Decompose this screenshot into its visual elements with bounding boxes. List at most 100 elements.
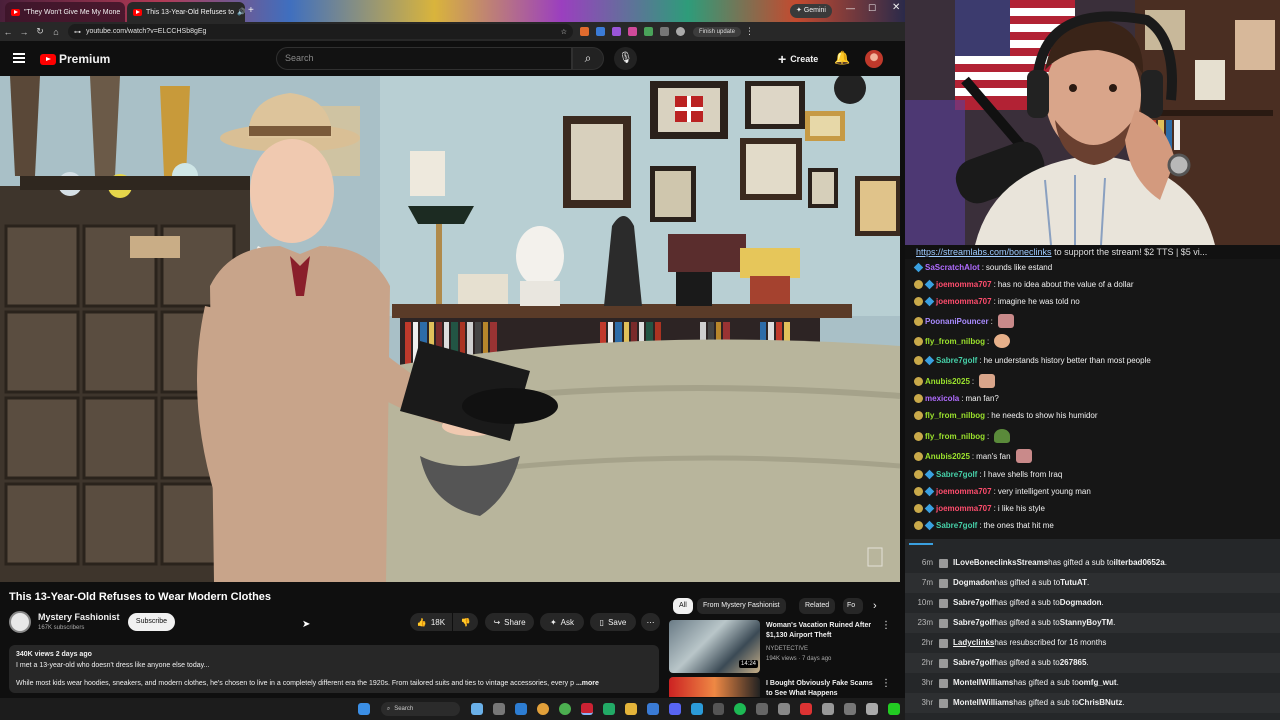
app-icon[interactable] <box>756 703 769 715</box>
chat-username[interactable]: joemomma707 <box>936 504 992 513</box>
discord-icon[interactable] <box>668 703 681 715</box>
maximize-icon[interactable]: ☐ <box>868 3 876 14</box>
microphone-icon[interactable]: 🎙 <box>614 47 637 70</box>
site-info-icon[interactable]: ⊶ <box>74 28 81 36</box>
chat-username[interactable]: Sabre7golf <box>936 521 977 530</box>
app-icon[interactable] <box>712 703 725 715</box>
extension-icon[interactable] <box>644 27 653 36</box>
chat-username[interactable]: Sabre7golf <box>936 356 977 365</box>
audio-playing-icon[interactable]: 🔊 <box>237 8 245 16</box>
tab-title: This 13-Year-Old Refuses to <box>146 8 235 16</box>
chat-username[interactable]: fly_from_nilbog <box>925 411 985 420</box>
start-icon[interactable] <box>357 703 370 715</box>
address-bar[interactable]: ⊶ youtube.com/watch?v=ELCCHSb8gEg ☆ <box>68 24 573 39</box>
browser-tab[interactable]: "They Won't Give Me My Mone × <box>5 2 125 22</box>
chat-username[interactable]: Sabre7golf <box>936 470 977 479</box>
app-icon[interactable] <box>800 703 813 715</box>
chat-message: Sabre7golf: he understands history bette… <box>914 355 1151 366</box>
recommended-title[interactable]: I Bought Obviously Fake Scams to See Wha… <box>766 679 881 699</box>
app-icon[interactable] <box>581 703 593 715</box>
extension-icon[interactable] <box>628 27 637 36</box>
bookmark-star-icon[interactable]: ☆ <box>561 28 567 36</box>
video-player[interactable] <box>0 76 900 582</box>
chip-all[interactable]: All <box>673 598 693 614</box>
app-icon[interactable] <box>778 703 791 715</box>
extension-icon[interactable] <box>612 27 621 36</box>
more-options-icon[interactable]: ⋮ <box>881 678 891 689</box>
chat-username[interactable]: Anubis2025 <box>925 452 970 461</box>
webcam-feed <box>905 0 1280 245</box>
finish-update-button[interactable]: Finish update <box>693 26 742 37</box>
chat-username[interactable]: joemomma707 <box>936 297 992 306</box>
chrome-icon[interactable] <box>537 703 550 715</box>
chat-username[interactable]: Anubis2025 <box>925 377 970 386</box>
recommended-thumbnail[interactable] <box>669 677 760 697</box>
app-icon[interactable] <box>493 703 506 715</box>
folder-icon[interactable] <box>624 703 637 715</box>
chat-username[interactable]: fly_from_nilbog <box>925 337 985 346</box>
browser-menu-icon[interactable]: ⋮ <box>745 26 754 37</box>
new-tab-icon[interactable]: + <box>248 5 254 16</box>
browser-tab-active[interactable]: This 13-Year-Old Refuses to 🔊 × <box>127 2 245 22</box>
back-icon[interactable]: ← <box>0 27 16 37</box>
channel-avatar[interactable] <box>9 611 31 633</box>
close-tab-icon[interactable]: × <box>120 7 125 17</box>
search-input[interactable]: Search <box>276 47 572 70</box>
video-description[interactable]: 340K views 2 days ago I met a 13-year-ol… <box>9 645 659 693</box>
close-window-icon[interactable]: ✕ <box>892 2 900 13</box>
search-icon[interactable]: ⌕ <box>572 47 604 70</box>
show-more-link[interactable]: ...more <box>576 680 599 687</box>
chip-from-channel[interactable]: From Mystery Fashionist <box>697 598 786 614</box>
chat-username[interactable]: mexicola <box>925 394 959 403</box>
chat-username[interactable]: joemomma707 <box>936 487 992 496</box>
like-button[interactable]: 👍 18K <box>410 613 452 631</box>
app-icon[interactable] <box>887 703 900 715</box>
recommended-channel[interactable]: NYDETECTIVE <box>766 646 808 652</box>
app-icon[interactable] <box>690 703 703 715</box>
badge-icon <box>914 297 923 306</box>
app-icon[interactable] <box>559 703 572 715</box>
menu-icon[interactable] <box>13 53 25 63</box>
chip-related[interactable]: Related <box>799 598 836 614</box>
badge-icon <box>924 520 935 531</box>
streamlabs-link[interactable]: https://streamlabs.com/boneclinks <box>916 247 1052 257</box>
recommended-title[interactable]: Woman's Vacation Ruined After $1,130 Air… <box>766 621 881 641</box>
home-icon[interactable]: ⌂ <box>48 27 64 37</box>
minimize-icon[interactable]: — <box>846 3 855 13</box>
create-button[interactable]: + Create <box>778 50 818 68</box>
account-avatar[interactable] <box>865 50 883 68</box>
extension-icon[interactable] <box>580 27 589 36</box>
gemini-button[interactable]: ✦ Gemini <box>790 4 832 18</box>
chat-username[interactable]: PoonaniPouncer <box>925 317 989 326</box>
extensions-puzzle-icon[interactable] <box>660 27 669 36</box>
app-icon[interactable] <box>844 703 856 715</box>
more-options-icon[interactable]: ⋮ <box>881 620 891 631</box>
chat-username[interactable]: joemomma707 <box>936 280 992 289</box>
profile-icon[interactable] <box>676 27 685 36</box>
chat-username[interactable]: fly_from_nilbog <box>925 432 985 441</box>
app-icon[interactable] <box>515 703 528 715</box>
chip-for-you[interactable]: Fo <box>843 598 863 614</box>
spotify-icon[interactable] <box>734 703 747 715</box>
dislike-button[interactable]: 👎 <box>453 613 478 631</box>
subscribe-button[interactable]: Subscribe <box>128 613 175 631</box>
app-icon[interactable] <box>602 703 615 715</box>
youtube-premium-logo[interactable]: Premium <box>40 52 110 66</box>
subscriber-count: 167K subscribers <box>38 625 85 631</box>
app-icon[interactable] <box>822 703 835 715</box>
ask-button[interactable]: ✦ Ask <box>540 613 584 631</box>
extension-icon[interactable] <box>596 27 605 36</box>
more-actions-button[interactable]: ⋯ <box>641 613 660 631</box>
channel-name[interactable]: Mystery Fashionist <box>38 612 120 622</box>
app-icon[interactable] <box>866 703 878 715</box>
taskbar-search[interactable]: ⌕ Search <box>380 702 461 716</box>
share-button[interactable]: ↪ Share <box>485 613 534 631</box>
chips-next-chevron-icon[interactable]: › <box>873 600 877 612</box>
save-button[interactable]: ▯ Save <box>590 613 636 631</box>
chat-username[interactable]: SaScratchAlot <box>925 263 980 272</box>
forward-icon[interactable]: → <box>16 27 32 37</box>
app-icon[interactable] <box>646 703 659 715</box>
app-icon[interactable] <box>471 703 484 715</box>
reload-icon[interactable]: ↻ <box>32 26 48 37</box>
notifications-bell-icon[interactable]: 🔔 <box>834 50 850 66</box>
